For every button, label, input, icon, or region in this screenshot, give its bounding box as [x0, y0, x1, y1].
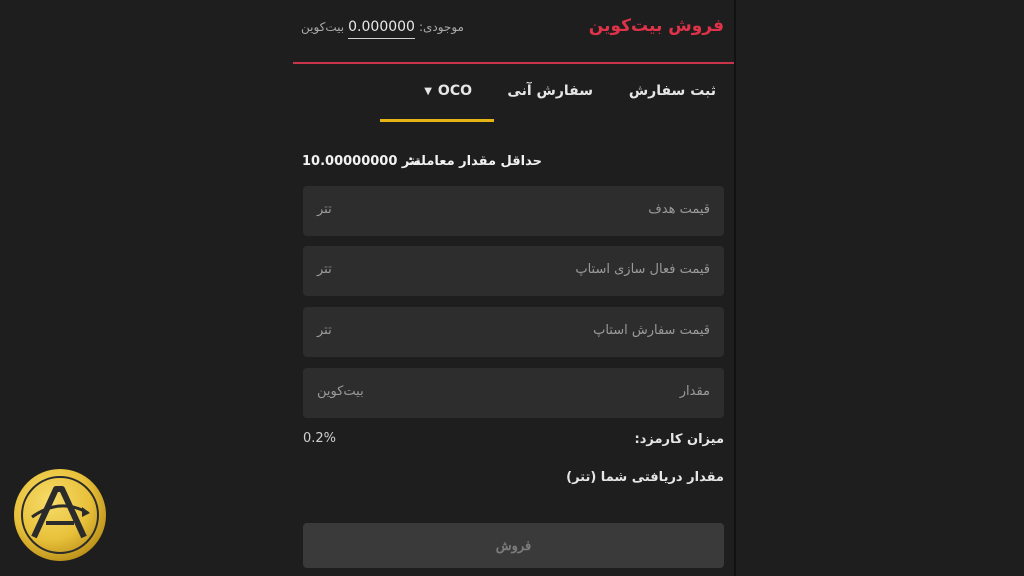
sell-bitcoin-panel: فروش بیت‌کوین موجودی: 0.000000 بیت‌کوین … — [293, 0, 734, 576]
stop-order-price-unit: تتر — [317, 323, 332, 338]
target-price-placeholder: قیمت هدف — [648, 202, 710, 217]
stop-trigger-price-input[interactable]: قیمت فعال سازی استاپ تتر — [303, 246, 724, 296]
fee-value: 0.2% — [303, 431, 337, 446]
header-divider — [293, 62, 734, 64]
amount-placeholder: مقدار — [679, 384, 710, 399]
balance-label: موجودی: — [418, 20, 464, 34]
divider-vertical — [734, 0, 736, 576]
active-tab-indicator — [380, 119, 494, 122]
balance-unit: بیت‌کوین — [301, 20, 345, 34]
stop-order-price-placeholder: قیمت سفارش استاپ — [593, 323, 710, 338]
brand-logo-icon — [14, 469, 106, 561]
tab-register-order-label: ثبت سفارش — [628, 83, 716, 99]
amount-unit: بیت‌کوین — [317, 384, 364, 399]
sell-button[interactable]: فروش — [303, 523, 724, 568]
tab-oco[interactable]: ▼ OCO — [424, 83, 472, 99]
amount-input[interactable]: مقدار بیت‌کوین — [303, 368, 724, 418]
page: فروش بیت‌کوین موجودی: 0.000000 بیت‌کوین … — [0, 0, 1024, 576]
tab-instant-order[interactable]: سفارش آنی — [507, 83, 593, 99]
target-price-unit: تتر — [317, 202, 332, 217]
balance-amount[interactable]: 0.000000 — [348, 19, 415, 39]
tab-register-order[interactable]: ثبت سفارش — [629, 83, 716, 99]
caret-down-icon: ▼ — [424, 85, 432, 97]
stop-trigger-price-placeholder: قیمت فعال سازی استاپ — [575, 262, 710, 277]
stop-order-price-input[interactable]: قیمت سفارش استاپ تتر — [303, 307, 724, 357]
stop-trigger-price-unit: تتر — [317, 262, 332, 277]
min-trade-value: 10.00000000 تتر — [302, 154, 421, 169]
balance: موجودی: 0.000000 بیت‌کوین — [301, 19, 464, 39]
tab-oco-label: OCO — [437, 83, 472, 99]
min-trade-label: حداقل مقدار معامله: — [407, 154, 542, 169]
target-price-input[interactable]: قیمت هدف تتر — [303, 186, 724, 236]
receive-amount-label: مقدار دریافتی شما (تتر) — [566, 470, 724, 485]
fee-label: میزان کارمزد: — [634, 432, 724, 447]
tab-instant-order-label: سفارش آنی — [507, 83, 593, 99]
page-title: فروش بیت‌کوین — [588, 16, 724, 36]
